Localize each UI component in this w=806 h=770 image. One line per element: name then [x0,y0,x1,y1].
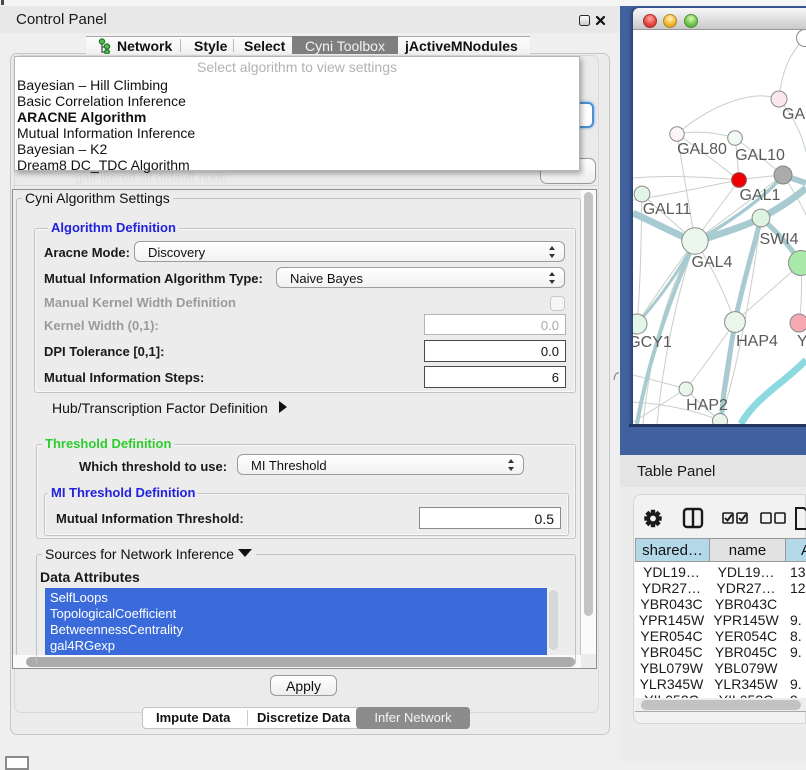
svg-text:GCY1: GCY1 [633,334,672,351]
svg-text:GAL80: GAL80 [677,141,727,158]
svg-text:HAP4: HAP4 [736,333,778,350]
svg-text:GAL: GAL [782,106,806,123]
svg-text:GAL1: GAL1 [740,187,781,204]
svg-text:SWI4: SWI4 [759,231,798,248]
svg-text:GAL11: GAL11 [643,201,692,218]
svg-text:GAL4: GAL4 [692,254,733,271]
svg-text:GAL10: GAL10 [735,147,785,164]
svg-text:Y: Y [797,333,806,350]
svg-text:HAP2: HAP2 [686,397,728,414]
